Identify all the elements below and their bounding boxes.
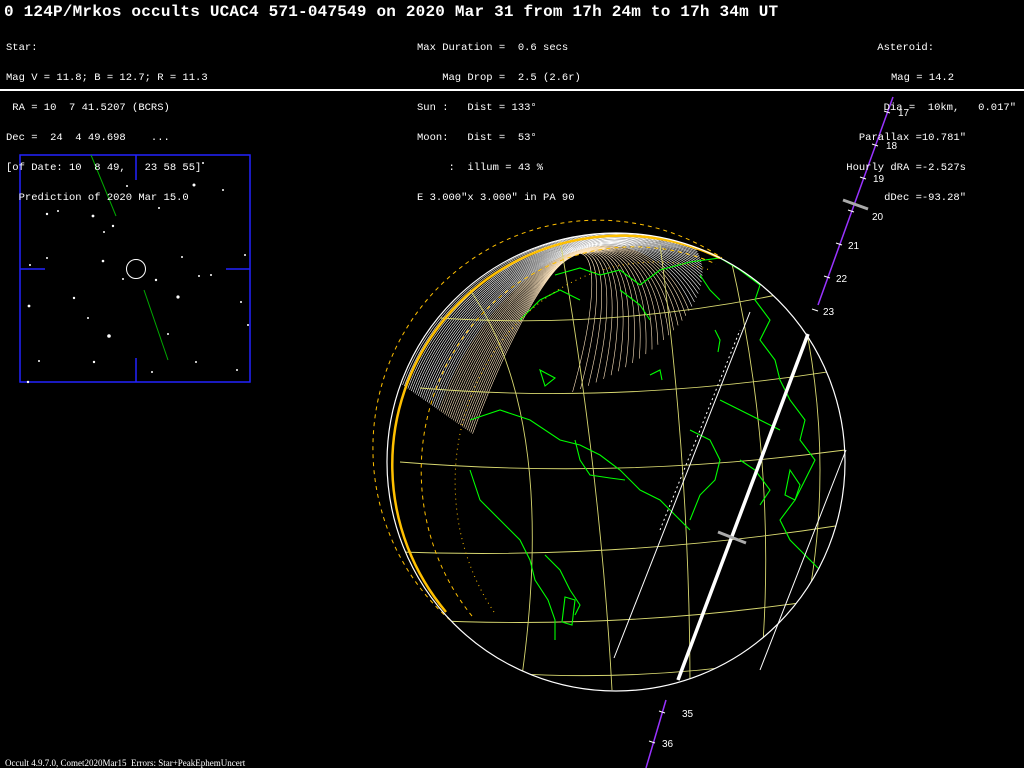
event-info-line: Moon: Dist = 53°	[417, 132, 537, 144]
asteroid-info-line: Parallax =10.781"	[858, 132, 966, 144]
star-info-line: Star:	[6, 42, 38, 54]
header-separator	[0, 89, 1024, 91]
time-tick-35: 35	[682, 709, 694, 720]
star-info-line: Dec = 24 4 49.698 ...	[6, 132, 170, 144]
star-info: Star: Mag V = 11.8; B = 12.7; R = 11.3 R…	[6, 23, 208, 213]
page-title: 0 124P/Mrkos occults UCAC4 571-047549 on…	[4, 3, 779, 21]
event-info-line: Max Duration = 0.6 secs	[417, 42, 569, 54]
time-tick-22: 22	[836, 274, 848, 285]
event-info-line: Mag Drop = 2.5 (2.6r)	[417, 72, 581, 84]
event-info: Max Duration = 0.6 secs Mag Drop = 2.5 (…	[417, 23, 581, 213]
asteroid-info: Asteroid: Mag = 14.2 Dia = 10km, 0.017" …	[846, 23, 1016, 213]
star-info-line: [of Date: 10 8 49, 23 58 55]	[6, 162, 202, 174]
asteroid-info-line: dDec =-93.28"	[884, 192, 966, 204]
time-tick-23: 23	[823, 307, 835, 318]
time-tick-36: 36	[662, 739, 674, 750]
star-info-line: Prediction of 2020 Mar 15.0	[6, 192, 189, 204]
footer-credits: Occult 4.9.7.0, Comet2020Mar15 Errors: S…	[5, 758, 246, 768]
star-info-line: Mag V = 11.8; B = 12.7; R = 11.3	[6, 72, 208, 84]
asteroid-info-line: Mag = 14.2	[890, 72, 954, 84]
asteroid-info-line: Dia = 10km, 0.017"	[883, 102, 1016, 114]
time-tick-21: 21	[848, 241, 860, 252]
event-info-line: : illum = 43 %	[417, 162, 544, 174]
time-tick-20: 20	[872, 212, 884, 223]
earth-globe	[372, 219, 847, 692]
asteroid-info-line: Asteroid:	[877, 42, 934, 54]
event-info-line: E 3.000"x 3.000" in PA 90	[417, 192, 575, 204]
star-info-line: RA = 10 7 41.5207 (BCRS)	[6, 102, 170, 114]
event-info-line: Sun : Dist = 133°	[417, 102, 537, 114]
asteroid-info-line: Hourly dRA =-2.527s	[846, 162, 966, 174]
